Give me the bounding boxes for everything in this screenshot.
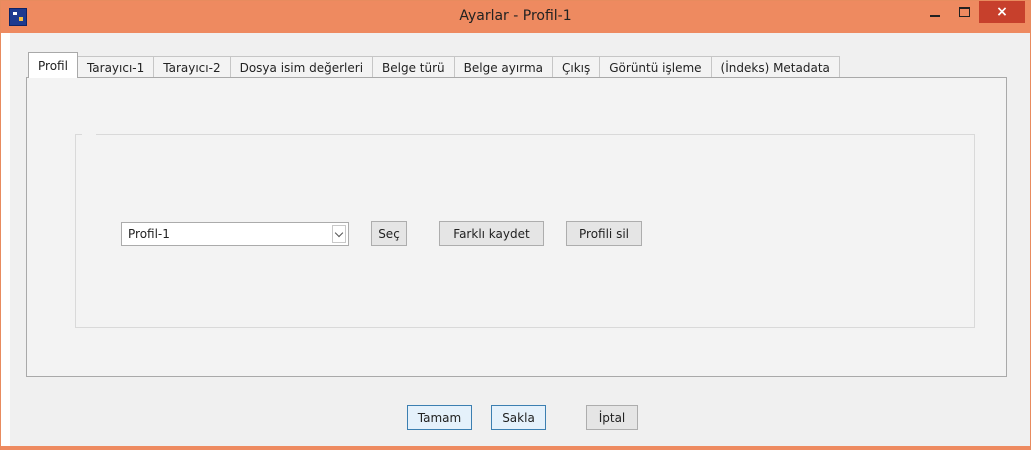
tab-tarayici-1[interactable]: Tarayıcı-1 — [76, 56, 155, 78]
profile-select-dropdown-button[interactable] — [332, 225, 346, 243]
profile-tab-panel: Profil-1 Seç Farklı kaydet Profili sil — [26, 77, 1007, 377]
ok-button[interactable]: Tamam — [407, 405, 472, 430]
settings-window: Ayarlar - Profil-1 × Profil Tarayıcı-1 T… — [0, 0, 1031, 450]
profile-select[interactable]: Profil-1 — [121, 222, 349, 246]
window-title: Ayarlar - Profil-1 — [459, 8, 572, 24]
delete-profile-button[interactable]: Profili sil — [566, 221, 642, 246]
tab-belge-turu[interactable]: Belge türü — [372, 56, 455, 78]
minimize-icon — [930, 15, 940, 17]
tab-dosya-isim-degerleri[interactable]: Dosya isim değerleri — [229, 56, 374, 78]
settings-tabs: Profil Tarayıcı-1 Tarayıcı-2 Dosya isim … — [28, 52, 840, 78]
profile-select-value: Profil-1 — [128, 227, 170, 241]
tab-indeks-metadata[interactable]: (İndeks) Metadata — [710, 56, 840, 78]
tab-profil[interactable]: Profil — [28, 52, 78, 78]
minimize-button[interactable] — [922, 1, 948, 23]
close-button[interactable]: × — [979, 1, 1025, 23]
chevron-down-icon — [334, 228, 344, 237]
select-profile-button[interactable]: Seç — [371, 221, 407, 246]
window-left-edge — [1, 33, 10, 450]
maximize-button[interactable] — [951, 1, 977, 23]
tab-belge-ayirma[interactable]: Belge ayırma — [453, 56, 553, 78]
title-bar[interactable]: Ayarlar - Profil-1 × — [1, 1, 1030, 33]
save-button[interactable]: Sakla — [491, 405, 546, 430]
tab-tarayici-2[interactable]: Tarayıcı-2 — [153, 56, 231, 78]
groupbox-header-gap — [82, 133, 96, 137]
window-bottom-edge — [1, 446, 1030, 450]
tab-cikis[interactable]: Çıkış — [552, 56, 601, 78]
close-icon: × — [996, 4, 1008, 20]
tab-goruntu-isleme[interactable]: Görüntü işleme — [599, 56, 712, 78]
save-as-button[interactable]: Farklı kaydet — [439, 221, 544, 246]
maximize-icon — [958, 7, 970, 17]
cancel-button[interactable]: İptal — [586, 405, 638, 430]
